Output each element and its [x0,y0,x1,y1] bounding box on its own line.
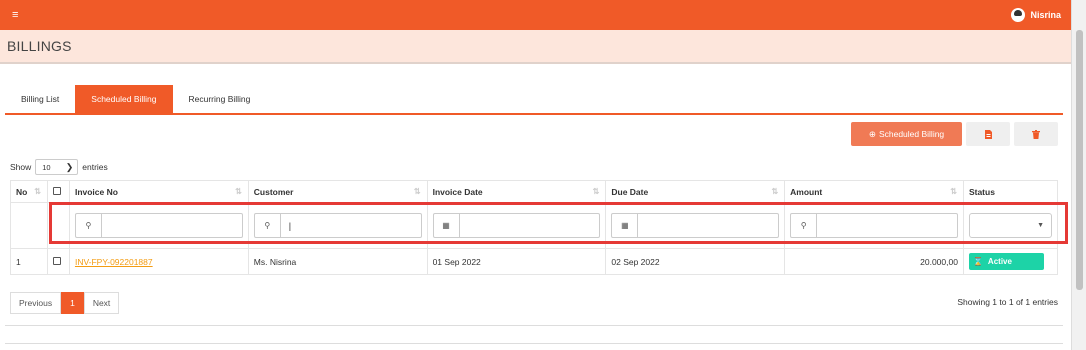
trash-icon [1032,129,1040,139]
table-header-row: No ⇅ Invoice No ⇅ Customer ⇅ Invoice Date ⇅ … [10,180,1059,203]
status-badge: ⌛ Active [968,253,1044,270]
entries-value: 10 [42,162,51,172]
sort-icon: ⇅ [34,187,41,196]
pagination-info: Showing 1 to 1 of 1 entries [957,297,1058,307]
sort-icon: ⇅ [771,187,779,196]
pdf-icon [984,129,992,139]
add-scheduled-billing-label: Scheduled Billing [878,129,945,139]
tab-recurring-billing[interactable]: Recurring Billing [173,85,267,113]
top-navbar: ≡ Nisrina [0,0,1071,30]
plus-circle-icon: ⊕ [868,128,876,139]
divider [5,343,1063,344]
page-header: BILLINGS [0,30,1071,64]
user-menu[interactable]: Nisrina [1011,8,1061,22]
vertical-scrollbar[interactable] [1071,0,1086,350]
invoice-link[interactable]: INV-FPY-092201887 [75,257,153,267]
amount-filter-input[interactable]: ⚲ [790,213,958,238]
add-scheduled-billing-button[interactable]: ⊕ Scheduled Billing [851,122,962,146]
col-header-customer[interactable]: Customer ⇅ [247,180,428,203]
pagination: Previous 1 Next [10,292,120,314]
avatar [1011,8,1026,22]
scheduled-billing-table: No ⇅ Invoice No ⇅ Customer ⇅ Invoice Date ⇅ … [10,180,1059,275]
cell-invoice-date: 01 Sep 2022 [426,248,607,275]
caret-down-icon: ▼ [1037,222,1044,229]
col-header-status: Status [962,180,1059,203]
sort-icon: ⇅ [950,187,957,196]
col-header-amount[interactable]: Amount ⇅ [784,180,964,203]
customer-filter-input[interactable]: ⚲ | [253,213,422,238]
due-date-filter-input[interactable]: ▦ [611,213,780,238]
invoice-no-filter-input[interactable]: ⚲ [74,213,243,238]
tab-scheduled-billing[interactable]: Scheduled Billing [75,85,173,113]
search-icon: ⚲ [76,214,102,237]
entries-select[interactable]: 10 ❯ [35,159,79,175]
show-label: Show [10,162,32,172]
billing-tabs: Billing List Scheduled Billing Recurring… [5,85,1063,115]
toolbar-actions: ⊕ Scheduled Billing [851,122,1058,146]
sort-icon: ⇅ [592,187,600,196]
search-icon: ⚲ [255,214,281,237]
col-header-select-all [46,180,70,203]
cell-no: 1 [10,248,48,275]
cell-customer: Ms. Nisrina [247,248,428,275]
sort-icon: ⇅ [413,187,421,196]
search-icon: ⚲ [791,214,818,237]
divider [5,325,1063,326]
customer-filter-value: | [288,220,292,231]
delete-button[interactable] [1014,122,1058,146]
table-row[interactable]: 1 INV-FPY-092201887 Ms. Nisrina 01 Sep 2… [10,248,1059,275]
col-header-invoice-no[interactable]: Invoice No ⇅ [68,180,249,203]
entries-label: entries [82,162,108,172]
status-filter-select[interactable]: ▼ [968,213,1052,238]
sort-icon: ⇅ [235,187,242,196]
select-all-checkbox[interactable] [52,186,61,195]
filter-row: ⚲ ⚲ | ▦ ▦ ⚲ ▼ [10,202,1059,249]
export-pdf-button[interactable] [966,122,1010,146]
col-header-no[interactable]: No ⇅ [10,180,48,203]
hourglass-icon: ⌛ [972,257,983,266]
calendar-icon: ▦ [612,214,639,237]
entries-length-control: Show 10 ❯ entries [10,159,108,175]
scrollbar-thumb[interactable] [1076,30,1083,290]
menu-icon[interactable]: ≡ [12,9,18,21]
status-badge-label: Active [987,257,1012,266]
invoice-date-filter-input[interactable]: ▦ [432,213,601,238]
user-name: Nisrina [1030,10,1061,20]
cell-amount: 20.000,00 [784,248,964,275]
previous-page-button[interactable]: Previous [10,292,62,314]
col-header-invoice-date[interactable]: Invoice Date ⇅ [426,180,607,203]
chevron-down-icon: ❯ [65,161,74,172]
next-page-button[interactable]: Next [83,292,120,314]
cell-due-date: 02 Sep 2022 [605,248,786,275]
row-checkbox[interactable] [52,256,61,265]
col-header-due-date[interactable]: Due Date ⇅ [605,180,786,203]
tab-billing-list[interactable]: Billing List [5,85,75,113]
calendar-icon: ▦ [434,214,460,237]
page-title: BILLINGS [7,38,72,54]
page-1-button[interactable]: 1 [61,292,84,314]
